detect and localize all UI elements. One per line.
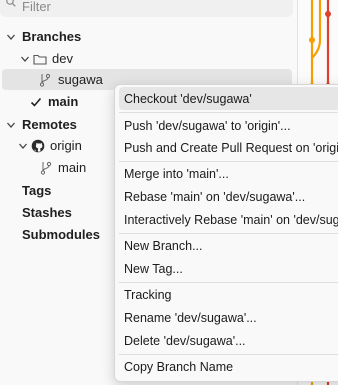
- branch-context-menu: Checkout 'dev/sugawa' Push 'dev/sugawa' …: [114, 84, 338, 382]
- folder-dev-label: dev: [52, 51, 73, 66]
- branches-section-header[interactable]: Branches: [6, 26, 81, 47]
- menu-item-new-branch[interactable]: New Branch...: [119, 234, 338, 257]
- chevron-down-icon: [19, 143, 27, 149]
- checkmark-icon: [30, 97, 42, 107]
- menu-item-tracking[interactable]: Tracking: [119, 283, 338, 306]
- menu-item-merge[interactable]: Merge into 'main'...: [119, 162, 338, 185]
- menu-item-copy-branch-name[interactable]: Copy Branch Name: [119, 355, 338, 378]
- github-icon: [31, 139, 45, 152]
- submodules-header-label: Submodules: [22, 227, 101, 242]
- stashes-header-label: Stashes: [22, 205, 72, 220]
- chevron-down-icon: [7, 34, 15, 40]
- branch-sugawa-label: sugawa: [58, 72, 103, 87]
- remote-main-label: main: [58, 160, 87, 175]
- menu-item-rename[interactable]: Rename 'dev/sugawa'...: [119, 306, 338, 329]
- chevron-down-icon: [7, 122, 15, 128]
- filter-input[interactable]: Filter: [0, 0, 293, 17]
- branches-header-label: Branches: [22, 29, 82, 44]
- chevron-down-icon: [21, 56, 29, 62]
- menu-item-new-tag[interactable]: New Tag...: [119, 257, 338, 280]
- branch-icon: [40, 161, 52, 175]
- branch-item-main[interactable]: main: [30, 91, 78, 112]
- search-icon: [6, 0, 16, 7]
- menu-item-push[interactable]: Push 'dev/sugawa' to 'origin'...: [119, 114, 338, 137]
- submodules-section-header[interactable]: Submodules: [22, 224, 100, 245]
- menu-item-rebase[interactable]: Rebase 'main' on 'dev/sugawa'...: [119, 185, 338, 208]
- remotes-header-label: Remotes: [22, 117, 77, 132]
- tags-header-label: Tags: [22, 183, 52, 198]
- menu-item-interactive-rebase[interactable]: Interactively Rebase 'main' on 'dev/suga…: [119, 208, 338, 231]
- remote-item-origin[interactable]: origin: [18, 135, 82, 156]
- remote-branch-item-main[interactable]: main: [40, 157, 86, 178]
- remotes-section-header[interactable]: Remotes: [6, 114, 77, 135]
- stashes-section-header[interactable]: Stashes: [22, 202, 72, 223]
- menu-separator: [119, 112, 338, 113]
- menu-item-delete[interactable]: Delete 'dev/sugawa'...: [119, 329, 338, 352]
- tags-section-header[interactable]: Tags: [22, 180, 51, 201]
- remote-origin-label: origin: [50, 138, 82, 153]
- folder-icon: [33, 54, 47, 65]
- menu-item-checkout[interactable]: Checkout 'dev/sugawa': [119, 87, 338, 110]
- branch-icon: [39, 73, 51, 87]
- branch-main-label: main: [48, 94, 79, 109]
- tree-folder-dev[interactable]: dev: [20, 48, 73, 69]
- menu-item-push-create-pr[interactable]: Push and Create Pull Request on 'origin'…: [119, 136, 338, 159]
- filter-placeholder: Filter: [22, 0, 51, 14]
